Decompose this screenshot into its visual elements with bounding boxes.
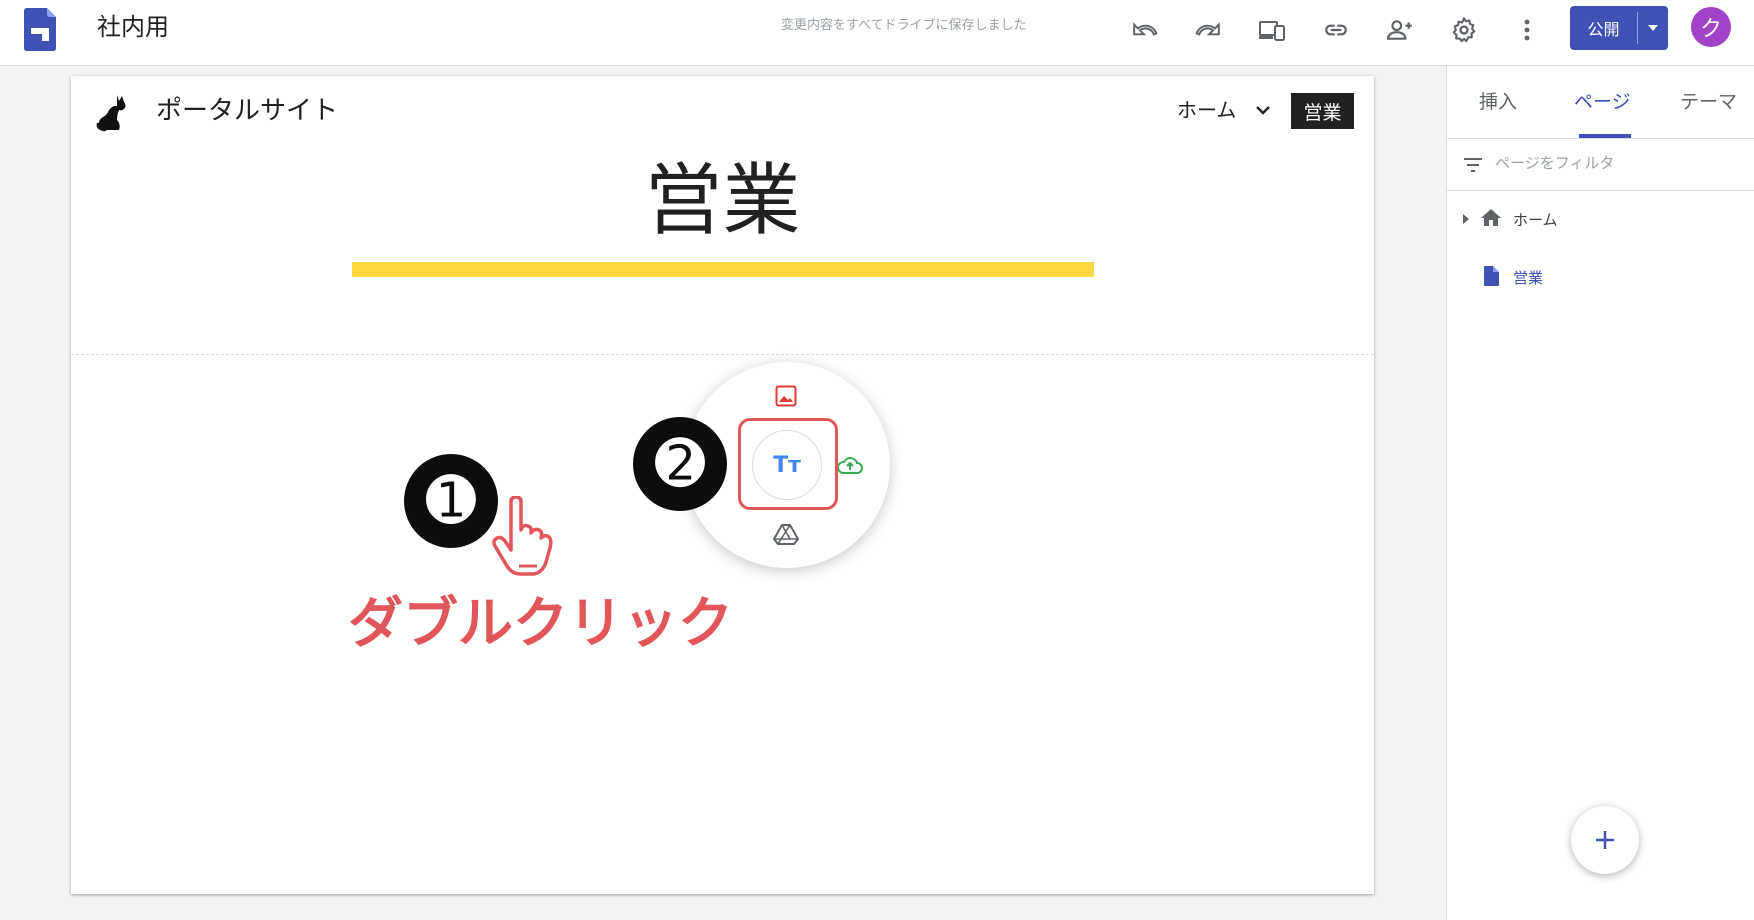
settings-gear-icon[interactable] — [1449, 15, 1479, 45]
publish-label[interactable]: 公開 — [1570, 6, 1637, 50]
preview-device-icon[interactable] — [1257, 15, 1287, 45]
section-divider — [71, 354, 1374, 355]
title-underline — [352, 262, 1094, 277]
nav-item-sales-active[interactable]: 営業 — [1291, 93, 1354, 129]
publish-options-dropdown[interactable] — [1638, 6, 1668, 50]
plus-icon — [1596, 831, 1614, 849]
home-icon — [1481, 209, 1501, 226]
publish-button[interactable]: 公開 — [1570, 6, 1668, 50]
account-avatar[interactable]: ク — [1691, 7, 1731, 47]
drive-icon[interactable] — [772, 520, 800, 548]
page-label-sales[interactable]: 営業 — [1513, 268, 1543, 288]
sites-logo-icon[interactable] — [24, 8, 56, 51]
top-bar: 社内用 変更内容をすべてドライブに保存しました 公開 ク — [0, 0, 1754, 66]
page-list-item-home[interactable]: ホーム — [1447, 200, 1754, 240]
undo-icon[interactable] — [1130, 15, 1160, 45]
page-icon — [1484, 266, 1499, 286]
chevron-down-icon[interactable] — [1253, 100, 1273, 120]
share-person-add-icon[interactable] — [1385, 15, 1415, 45]
cat-logo-icon[interactable] — [95, 93, 129, 133]
filter-icon — [1464, 158, 1482, 172]
site-document-title[interactable]: 社内用 — [97, 12, 169, 42]
step-1-badge: ➊ — [404, 454, 498, 548]
side-panel: 挿入 ページ テーマ ホーム 営業 — [1446, 66, 1754, 920]
save-status: 変更内容をすべてドライブに保存しました — [781, 18, 1027, 33]
dropdown-arrow-icon — [1648, 25, 1658, 31]
double-click-caption: ダブルクリック — [348, 591, 734, 655]
upload-cloud-icon[interactable] — [836, 451, 864, 479]
active-tab-indicator — [1579, 134, 1631, 138]
page-list-item-sales[interactable]: 営業 — [1447, 258, 1754, 298]
page-title[interactable]: 営業 — [71, 156, 1374, 246]
redo-icon[interactable] — [1193, 15, 1223, 45]
image-icon[interactable] — [772, 382, 800, 410]
nav-item-home[interactable]: ホーム — [1177, 97, 1236, 123]
add-page-button[interactable] — [1571, 806, 1639, 874]
pointing-hand-icon — [492, 496, 553, 576]
tab-themes[interactable]: テーマ — [1680, 90, 1737, 114]
step-2-badge: ➋ — [633, 417, 727, 511]
tab-insert[interactable]: 挿入 — [1479, 90, 1517, 114]
site-name[interactable]: ポータルサイト — [156, 94, 338, 128]
panel-tabs: 挿入 ページ テーマ — [1447, 66, 1754, 139]
more-vert-icon[interactable] — [1512, 15, 1542, 45]
page-filter — [1447, 139, 1754, 191]
page-canvas[interactable]: ポータルサイト ホーム 営業 営業 Tт ➊ ➋ ダブルクリック — [71, 76, 1374, 894]
page-filter-input[interactable] — [1495, 154, 1735, 172]
text-box-highlight — [738, 418, 838, 510]
tab-pages[interactable]: ページ — [1574, 90, 1631, 114]
link-icon[interactable] — [1321, 15, 1351, 45]
page-label-home[interactable]: ホーム — [1513, 210, 1558, 230]
expand-arrow-icon[interactable] — [1461, 212, 1471, 226]
